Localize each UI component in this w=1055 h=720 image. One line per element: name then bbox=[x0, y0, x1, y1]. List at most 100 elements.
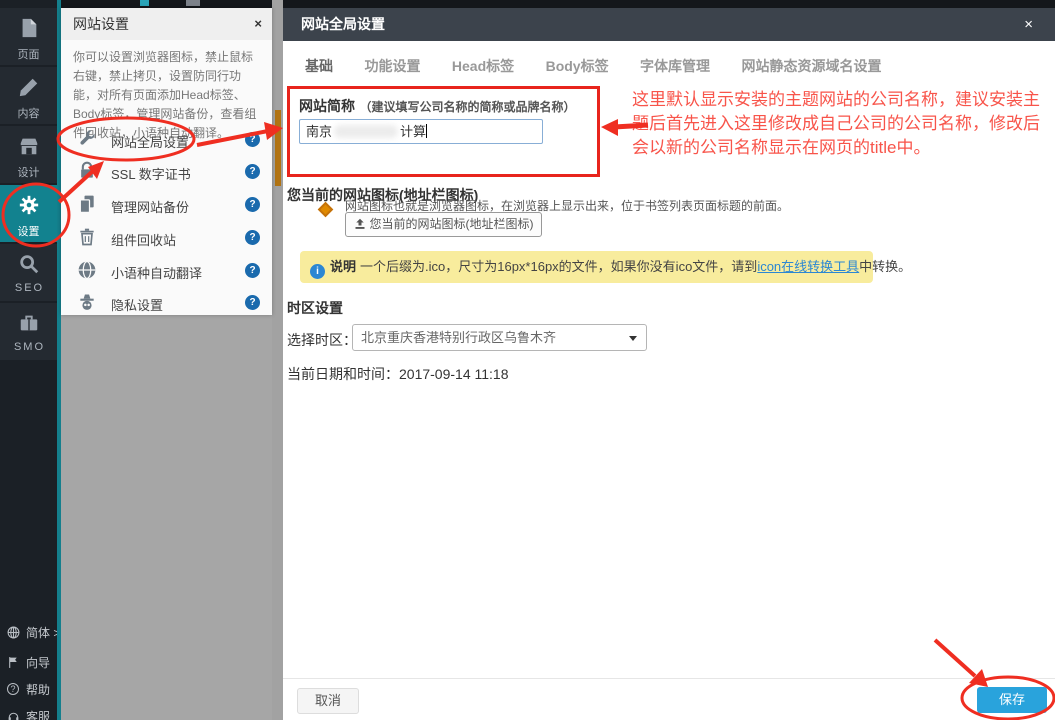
modal-header: 网站全局设置 × bbox=[283, 8, 1055, 41]
help-icon[interactable]: ? bbox=[245, 263, 260, 278]
sidebar-item-label: 设计 bbox=[17, 167, 40, 179]
text-cursor bbox=[426, 124, 428, 138]
ico-notice-bar: i 说明 一个后缀为.ico，尺寸为16px*16px的文件，如果你没有ico文件，… bbox=[300, 251, 911, 283]
site-name-label: 网站简称 bbox=[299, 98, 355, 114]
menu-item-privacy[interactable]: 隐私设置 ? bbox=[61, 287, 272, 319]
privacy-icon bbox=[77, 292, 97, 317]
sidebar-footer-label: 简体 > bbox=[26, 625, 61, 640]
menu-item-label: SSL 数字证书 bbox=[111, 167, 191, 182]
top-bar-fragment bbox=[186, 0, 200, 6]
sidebar-item-help[interactable]: ? 帮助 bbox=[6, 679, 50, 699]
sidebar-item-label: 设置 bbox=[17, 226, 40, 238]
tab-head-tags[interactable]: Head标签 bbox=[452, 52, 514, 80]
main-sidebar: 页面 内容 设计 设置 SEO SMO 简体 > 向导 ? 帮助 客服 bbox=[0, 0, 60, 720]
timezone-section-title: 时区设置 bbox=[287, 300, 343, 316]
modal-footer: 取消 保存 bbox=[283, 678, 1055, 720]
sidebar-footer-label: 向导 bbox=[26, 655, 51, 670]
search-icon bbox=[18, 255, 40, 279]
icon-converter-link[interactable]: icon在线转换工具 bbox=[757, 259, 859, 274]
sidebar-item-pages[interactable]: 页面 bbox=[0, 8, 57, 65]
close-icon[interactable]: × bbox=[1024, 8, 1033, 41]
help-icon[interactable]: ? bbox=[245, 132, 260, 147]
menu-item-label: 小语种自动翻译 bbox=[111, 266, 203, 281]
timezone-selected-option: 北京重庆香港特别行政区乌鲁木齐 bbox=[361, 330, 557, 345]
help-icon: ? bbox=[6, 682, 20, 696]
app-top-bar bbox=[0, 0, 1055, 8]
menu-item-recycle-bin[interactable]: 组件回收站 ? bbox=[61, 222, 272, 254]
sidebar-item-language[interactable]: 简体 > bbox=[6, 622, 60, 642]
gear-icon bbox=[18, 195, 40, 220]
sidebar-item-settings[interactable]: 设置 bbox=[0, 185, 57, 242]
sidebar-item-wizard[interactable]: 向导 bbox=[6, 652, 50, 672]
menu-item-auto-translate[interactable]: 小语种自动翻译 ? bbox=[61, 255, 272, 287]
tab-body-tags[interactable]: Body标签 bbox=[546, 52, 609, 80]
dimmed-background bbox=[61, 315, 272, 720]
upload-button-label: 您当前的网站图标(地址栏图标) bbox=[369, 217, 534, 231]
sidebar-item-label: SEO bbox=[14, 282, 45, 294]
sidebar-item-seo[interactable]: SEO bbox=[0, 244, 57, 301]
menu-item-backup[interactable]: 管理网站备份 ? bbox=[61, 189, 272, 221]
sidebar-item-support[interactable]: 客服 bbox=[6, 706, 50, 720]
global-settings-modal: 网站全局设置 × 基础 功能设置 Head标签 Body标签 字体库管理 网站静… bbox=[283, 8, 1055, 720]
site-name-value-suffix: 计算 bbox=[400, 124, 427, 139]
help-icon[interactable]: ? bbox=[245, 230, 260, 245]
menu-item-ssl[interactable]: SSL 数字证书 ? bbox=[61, 156, 272, 188]
underlying-page-orange-element bbox=[275, 110, 281, 186]
notice-text: 一个后缀为.ico，尺寸为16px*16px的文件，如果你没有ico文件，请到 bbox=[360, 259, 758, 274]
site-name-value-prefix: 南京 bbox=[306, 124, 333, 139]
globe-icon bbox=[6, 625, 20, 639]
modal-tabs: 基础 功能设置 Head标签 Body标签 字体库管理 网站静态资源域名设置 bbox=[305, 52, 909, 80]
panel-title: 网站设置 bbox=[73, 16, 129, 32]
menu-item-label: 网站全局设置 bbox=[111, 135, 190, 150]
close-icon[interactable]: × bbox=[254, 8, 262, 40]
modal-title: 网站全局设置 bbox=[301, 16, 385, 32]
help-icon[interactable]: ? bbox=[245, 197, 260, 212]
redacted-text-blur bbox=[334, 125, 399, 138]
sidebar-item-smo[interactable]: SMO bbox=[0, 303, 57, 360]
translate-globe-icon bbox=[77, 260, 97, 285]
trash-icon bbox=[77, 227, 97, 252]
panel-header: 网站设置 × bbox=[61, 8, 272, 40]
headset-icon bbox=[6, 709, 20, 720]
caret-down-icon bbox=[629, 336, 637, 341]
sidebar-item-label: SMO bbox=[13, 341, 46, 353]
file-icon bbox=[18, 18, 40, 43]
info-icon: i bbox=[310, 264, 325, 279]
notice-text-suffix: 中转换。 bbox=[859, 259, 912, 274]
timezone-select[interactable]: 北京重庆香港特别行政区乌鲁木齐 bbox=[352, 324, 647, 351]
site-name-label-row: 网站简称 （建议填写公司名称的简称或品牌名称） bbox=[299, 96, 575, 116]
sidebar-footer-label: 客服 bbox=[26, 709, 51, 720]
site-name-hint: （建议填写公司名称的简称或品牌名称） bbox=[359, 100, 576, 114]
annotation-note: 这里默认显示安装的主题网站的公司名称，建议安装主题后首先进入这里修改成自己公司的… bbox=[632, 90, 1040, 157]
wrench-icon bbox=[77, 129, 97, 154]
notice-label: 说明 bbox=[330, 259, 357, 274]
flag-icon bbox=[6, 655, 20, 669]
sidebar-item-content[interactable]: 内容 bbox=[0, 67, 57, 124]
top-bar-accent bbox=[140, 0, 149, 6]
favicon-upload-button[interactable]: 您当前的网站图标(地址栏图标) bbox=[345, 212, 542, 237]
save-button[interactable]: 保存 bbox=[977, 687, 1047, 713]
sidebar-item-design[interactable]: 设计 bbox=[0, 126, 57, 183]
tab-font-library[interactable]: 字体库管理 bbox=[640, 52, 710, 80]
briefcase-icon bbox=[18, 315, 40, 338]
menu-item-label: 隐私设置 bbox=[111, 298, 164, 313]
cancel-button[interactable]: 取消 bbox=[297, 688, 359, 714]
tab-functions[interactable]: 功能设置 bbox=[364, 52, 420, 80]
sidebar-item-label: 内容 bbox=[17, 108, 40, 120]
help-icon[interactable]: ? bbox=[245, 295, 260, 310]
storefront-icon bbox=[18, 138, 40, 161]
timezone-select-label: 选择时区： bbox=[287, 332, 357, 348]
page-root: 页面 内容 设计 设置 SEO SMO 简体 > 向导 ? 帮助 客服 网站设置… bbox=[0, 0, 1055, 720]
tab-static-resource-domain[interactable]: 网站静态资源域名设置 bbox=[742, 52, 882, 80]
dimmed-background bbox=[272, 0, 283, 720]
menu-item-label: 组件回收站 bbox=[111, 233, 177, 248]
current-datetime-text: 当前日期和时间：2017-09-14 11:18 bbox=[287, 366, 509, 382]
backup-icon bbox=[77, 194, 97, 219]
site-name-input[interactable]: 南京 计算 bbox=[299, 119, 543, 144]
tab-basic[interactable]: 基础 bbox=[305, 52, 333, 80]
sidebar-item-label: 页面 bbox=[17, 49, 40, 61]
help-icon[interactable]: ? bbox=[245, 164, 260, 179]
lock-icon bbox=[77, 161, 97, 186]
menu-item-global-settings[interactable]: 网站全局设置 ? bbox=[61, 124, 272, 156]
pencil-icon bbox=[18, 78, 40, 102]
